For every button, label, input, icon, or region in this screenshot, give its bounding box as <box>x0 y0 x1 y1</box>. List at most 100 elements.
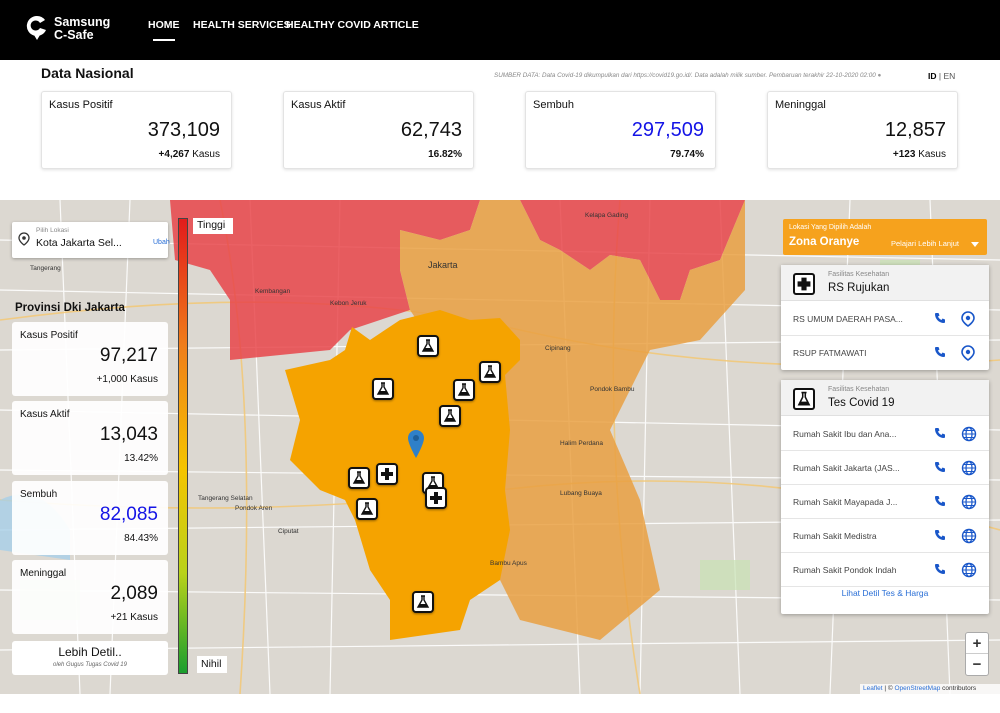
province-title: Provinsi Dki Jakarta <box>15 302 125 314</box>
phone-icon[interactable] <box>934 461 946 473</box>
lab-test-marker[interactable] <box>356 498 378 520</box>
card-value: 2,089 <box>110 583 158 604</box>
learn-more-link[interactable]: Pelajari Lebih Lanjut <box>891 239 959 248</box>
source-text: SUMBER DATA: Data Covid-19 dikumpulkan d… <box>494 72 876 79</box>
zone-caption: Lokasi Yang Dipilih Adalah <box>789 224 872 231</box>
map-attribution: Leaflet | © OpenStreetMap contributors <box>860 684 1000 694</box>
card-sub: 79.74% <box>670 149 704 160</box>
map-label: Bambu Apus <box>490 560 527 567</box>
location-label: Pilih Lokasi <box>36 227 69 234</box>
phone-icon[interactable] <box>934 427 946 439</box>
list-item[interactable]: Rumah Sakit Mayapada J... <box>781 485 989 519</box>
map-label: Lubang Buaya <box>560 490 602 497</box>
nav-home[interactable]: HOME <box>148 19 180 41</box>
card-value: 12,857 <box>884 119 946 141</box>
lab-test-marker[interactable] <box>412 591 434 613</box>
list-item[interactable]: RSUP FATMAWATI <box>781 336 989 370</box>
lab-test-marker[interactable] <box>439 405 461 427</box>
referral-hospital-panel: Fasilitas Kesehatan RS Rujukan RS UMUM D… <box>781 265 989 370</box>
lab-test-marker[interactable] <box>453 379 475 401</box>
medical-cross-icon <box>793 273 815 295</box>
lab-test-marker[interactable] <box>417 335 439 357</box>
flask-icon <box>360 502 374 515</box>
card-sub: 16.82% <box>428 149 462 160</box>
nav-health-services[interactable]: HEALTH SERVICES <box>193 19 291 31</box>
scale-high-label: Tinggi <box>193 218 233 234</box>
flask-icon <box>793 388 815 410</box>
card-label: Kasus Aktif <box>20 409 70 420</box>
lang-id[interactable]: ID <box>928 71 937 81</box>
lang-en[interactable]: EN <box>943 71 955 81</box>
map-label: Kelapa Gading <box>585 212 629 219</box>
globe-icon[interactable] <box>961 562 977 578</box>
brand-logo[interactable]: Samsung C-Safe <box>26 13 116 47</box>
map-label: Tangerang <box>30 265 61 272</box>
province-card-aktif: Kasus Aktif 13,043 13.42% <box>12 401 168 475</box>
lab-test-marker[interactable] <box>372 378 394 400</box>
globe-icon[interactable] <box>961 528 977 544</box>
nav-healthy-covid-article[interactable]: HEALTHY COVID ARTICLE <box>286 19 419 31</box>
national-card-sembuh: Sembuh 297,509 79.74% <box>525 91 716 169</box>
province-card-sembuh: Sembuh 82,085 84.43% <box>12 481 168 555</box>
location-selector[interactable]: Pilih Lokasi Kota Jakarta Sel... Ubah <box>12 222 170 258</box>
osm-link[interactable]: OpenStreetMap <box>894 685 940 692</box>
more-details-label: Lebih Detil.. <box>58 645 122 659</box>
flask-icon <box>376 382 390 395</box>
national-card-positif: Kasus Positif 373,109 +4,267 Kasus <box>41 91 232 169</box>
card-label: Meninggal <box>20 568 67 579</box>
selected-zone-banner: Lokasi Yang Dipilih Adalah Zona Oranye P… <box>783 219 987 255</box>
province-card-meninggal: Meninggal 2,089 +21 Kasus <box>12 560 168 634</box>
province-card-positif: Kasus Positif 97,217 +1,000 Kasus <box>12 322 168 396</box>
map-pin-icon[interactable] <box>961 345 975 361</box>
globe-icon[interactable] <box>961 494 977 510</box>
card-sub: +123 Kasus <box>892 149 946 160</box>
map-pin-icon[interactable] <box>961 311 975 327</box>
hospital-marker[interactable] <box>376 463 398 485</box>
phone-icon[interactable] <box>934 495 946 507</box>
zoom-in-button[interactable]: + <box>966 633 988 654</box>
test-price-details-link[interactable]: Lihat Detil Tes & Harga <box>781 588 989 598</box>
list-item[interactable]: Rumah Sakit Pondok Indah <box>781 553 989 587</box>
scale-low-label: Nihil <box>197 656 227 673</box>
phone-icon[interactable] <box>934 346 946 358</box>
list-item[interactable]: Rumah Sakit Medistra <box>781 519 989 553</box>
zoom-out-button[interactable]: − <box>966 654 988 675</box>
phone-icon[interactable] <box>934 312 946 324</box>
medical-cross-icon <box>430 492 442 504</box>
panel-title: RS Rujukan <box>828 282 890 294</box>
map-label: Tangerang Selatan <box>198 495 253 502</box>
phone-icon[interactable] <box>934 563 946 575</box>
list-item[interactable]: RS UMUM DAERAH PASA... <box>781 302 989 336</box>
change-location-link[interactable]: Ubah <box>153 239 170 246</box>
map-zoom-control: + − <box>965 632 989 676</box>
map-label: Pondok Aren <box>235 505 273 512</box>
page-bottom <box>0 694 1000 713</box>
card-value: 82,085 <box>99 504 158 525</box>
facility-name: Rumah Sakit Medistra <box>793 531 877 541</box>
brand-line2: C-Safe <box>54 28 94 42</box>
lab-test-marker[interactable] <box>348 467 370 489</box>
card-value: 13,043 <box>99 424 158 445</box>
facility-name: Rumah Sakit Ibu dan Ana... <box>793 429 897 439</box>
leaflet-link[interactable]: Leaflet <box>863 685 883 692</box>
national-card-meninggal: Meninggal 12,857 +123 Kasus <box>767 91 958 169</box>
card-sub: +21 Kasus <box>110 612 158 623</box>
facility-name: Rumah Sakit Pondok Indah <box>793 565 897 575</box>
map-label: Pondok Bambu <box>590 386 635 393</box>
hospital-marker[interactable] <box>425 487 447 509</box>
attr-tail: contributors <box>940 685 977 692</box>
globe-icon[interactable] <box>961 460 977 476</box>
map-label: Ciputat <box>278 528 299 535</box>
panel-header: Fasilitas Kesehatan RS Rujukan <box>781 265 989 301</box>
map-label: Cipinang <box>545 345 571 352</box>
phone-icon[interactable] <box>934 529 946 541</box>
card-label: Kasus Positif <box>49 99 113 111</box>
lab-test-marker[interactable] <box>479 361 501 383</box>
location-pin-icon[interactable] <box>408 430 424 458</box>
card-label: Kasus Aktif <box>291 99 346 111</box>
more-details-button[interactable]: Lebih Detil.. oleh Gugus Tugas Covid 19 <box>12 641 168 675</box>
chevron-down-icon[interactable] <box>971 242 979 247</box>
globe-icon[interactable] <box>961 426 977 442</box>
list-item[interactable]: Rumah Sakit Jakarta (JAS... <box>781 451 989 485</box>
list-item[interactable]: Rumah Sakit Ibu dan Ana... <box>781 417 989 451</box>
